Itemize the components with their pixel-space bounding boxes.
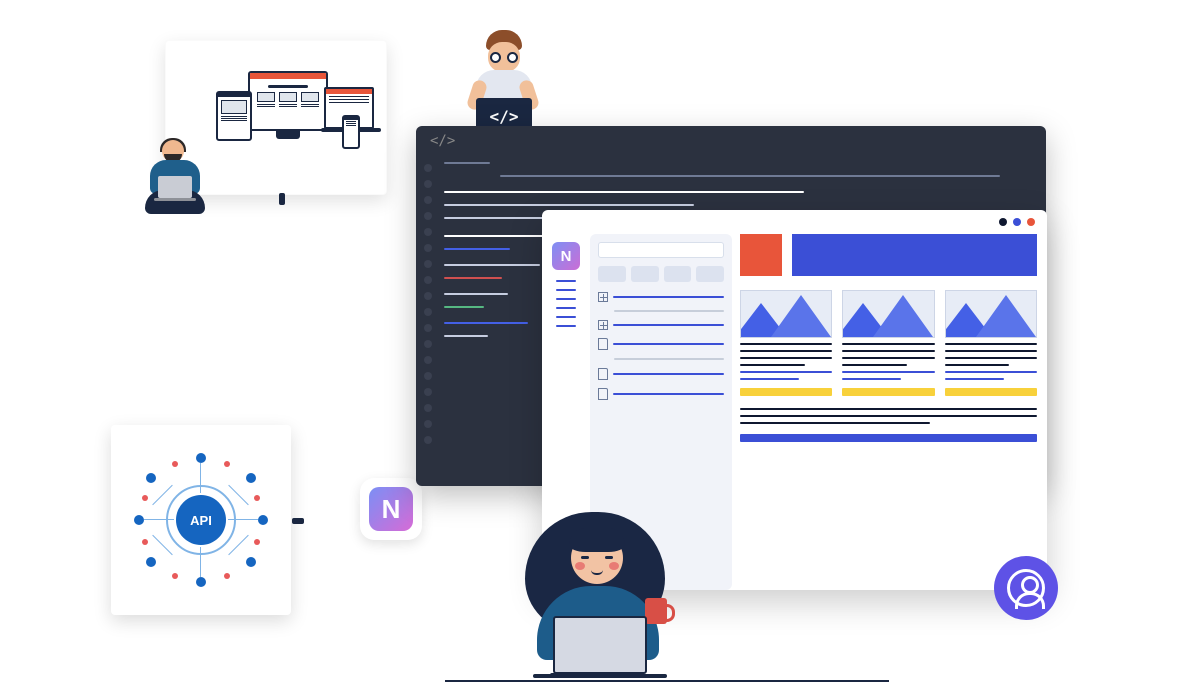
code-line	[444, 335, 488, 337]
code-line	[444, 162, 490, 164]
window-controls	[542, 210, 1047, 234]
tree-tab[interactable]	[696, 266, 724, 282]
developer-top-illustration: </>	[448, 30, 558, 140]
tree-tab[interactable]	[664, 266, 692, 282]
mountain-image-icon	[945, 290, 1037, 338]
tree-item[interactable]	[598, 292, 724, 302]
code-line	[444, 322, 528, 324]
sidebar-item[interactable]	[556, 316, 576, 318]
tree-tabs	[598, 266, 724, 282]
sidebar-item[interactable]	[556, 280, 576, 282]
expand-icon	[598, 320, 608, 330]
phone-icon	[342, 115, 360, 149]
person-icon	[1007, 569, 1045, 607]
monitor-icon	[248, 71, 328, 131]
tree-tab[interactable]	[598, 266, 626, 282]
n-logo-tile: N	[360, 478, 422, 540]
text-block	[740, 408, 1037, 424]
content-card	[740, 290, 832, 396]
mountain-image-icon	[740, 290, 832, 338]
mug-icon	[645, 598, 667, 624]
window-dot	[1027, 218, 1035, 226]
sidebar-item[interactable]	[556, 289, 576, 291]
code-line	[444, 277, 502, 279]
api-card: API	[111, 425, 291, 615]
tablet-icon	[216, 91, 252, 141]
editor-titlebar: </>	[416, 126, 1046, 156]
code-line	[444, 306, 484, 308]
code-line	[444, 264, 540, 266]
file-icon	[598, 388, 608, 400]
api-badge-label: API	[176, 495, 226, 545]
window-dot	[1013, 218, 1021, 226]
code-line	[444, 293, 508, 295]
hero-banner	[792, 234, 1037, 276]
sidebar-item[interactable]	[556, 298, 576, 300]
connector-stub	[292, 518, 304, 524]
tree-tab[interactable]	[631, 266, 659, 282]
editor-gutter	[416, 156, 440, 486]
file-icon	[598, 368, 608, 380]
sidebar-item[interactable]	[556, 307, 576, 309]
developer-sitting-illustration	[130, 140, 220, 220]
content-card	[842, 290, 934, 396]
code-line	[500, 175, 1000, 177]
hero-logo-block	[740, 234, 782, 276]
code-line	[444, 248, 510, 250]
connector-stub	[279, 193, 285, 205]
tree-item[interactable]	[598, 338, 724, 350]
laptop-icon	[553, 616, 647, 674]
n-logo-icon: N	[369, 487, 413, 531]
window-dot	[999, 218, 1007, 226]
content-card	[945, 290, 1037, 396]
footer-bar	[740, 434, 1037, 442]
api-network-icon: API	[136, 455, 266, 585]
tree-item[interactable]	[598, 388, 724, 400]
woman-at-laptop-illustration	[495, 500, 705, 685]
user-avatar-button[interactable]	[994, 556, 1058, 620]
expand-icon	[598, 292, 608, 302]
file-icon	[598, 338, 608, 350]
sidebar-item[interactable]	[556, 325, 576, 327]
desk-line	[445, 680, 889, 682]
n-logo-icon: N	[552, 242, 580, 270]
tree-item[interactable]	[598, 320, 724, 330]
preview-content	[740, 234, 1047, 590]
code-line	[444, 204, 694, 206]
search-input[interactable]	[598, 242, 724, 258]
code-line	[444, 191, 804, 193]
tree-item[interactable]	[598, 368, 724, 380]
mountain-image-icon	[842, 290, 934, 338]
